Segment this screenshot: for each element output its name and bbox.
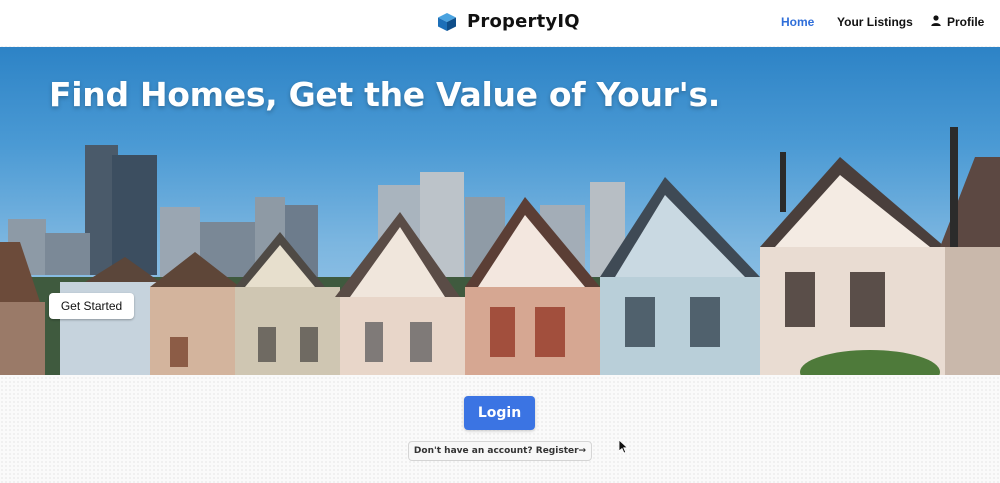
register-link[interactable]: Don't have an account? Register→: [408, 441, 592, 461]
login-button[interactable]: Login: [464, 396, 535, 430]
app-name: PropertyIQ: [467, 11, 580, 32]
nav-home-link[interactable]: Home: [781, 15, 814, 29]
cube-logo-icon: [437, 12, 457, 32]
hero-title: Find Homes, Get the Value of Your's.: [49, 75, 721, 114]
brand-logo[interactable]: PropertyIQ: [437, 11, 580, 32]
user-icon: [931, 15, 941, 29]
nav-profile-link[interactable]: Profile: [931, 15, 984, 29]
nav-your-listings-link[interactable]: Your Listings: [837, 15, 913, 29]
hero-banner: Find Homes, Get the Value of Your's. Get…: [0, 47, 1000, 375]
top-navbar: PropertyIQ Home Your Listings Profile: [0, 0, 1000, 46]
get-started-button[interactable]: Get Started: [49, 293, 134, 319]
nav-profile-label: Profile: [947, 15, 985, 29]
mouse-cursor-icon: [618, 439, 629, 459]
